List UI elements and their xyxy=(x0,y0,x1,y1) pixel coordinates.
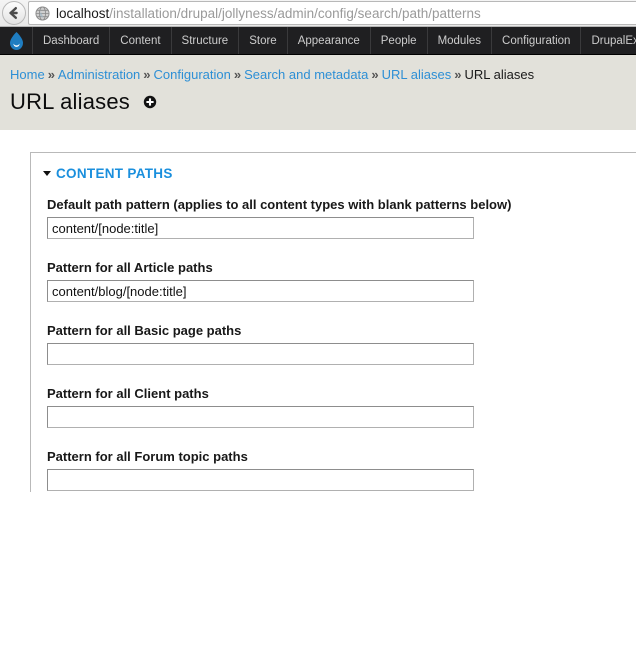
breadcrumb-separator: » xyxy=(371,67,379,82)
breadcrumb-separator: » xyxy=(47,67,55,82)
browser-chrome: localhost/installation/drupal/jollyness/… xyxy=(0,0,636,27)
breadcrumb-item-search-and-metadata[interactable]: Search and metadata xyxy=(244,67,368,82)
form-item-default-path-pattern: Default path pattern (applies to all con… xyxy=(31,197,636,239)
address-bar-text: localhost/installation/drupal/jollyness/… xyxy=(56,6,481,21)
arrow-left-icon xyxy=(9,6,18,19)
page-title: URL aliases xyxy=(10,89,130,114)
client-pattern-input[interactable] xyxy=(47,406,474,428)
breadcrumb-item-configuration[interactable]: Configuration xyxy=(154,67,231,82)
article-pattern-input[interactable] xyxy=(47,280,474,302)
add-circle-glyph xyxy=(143,95,157,109)
form-item-basic-page-pattern: Pattern for all Basic page paths xyxy=(31,323,636,365)
admin-toolbar-menu: Dashboard Content Structure Store Appear… xyxy=(32,27,636,54)
toolbar-item-modules[interactable]: Modules xyxy=(426,27,491,54)
breadcrumb-separator: » xyxy=(454,67,462,82)
default-path-pattern-label: Default path pattern (applies to all con… xyxy=(47,197,512,212)
globe-icon xyxy=(35,5,50,21)
toolbar-item-structure[interactable]: Structure xyxy=(170,27,239,54)
breadcrumb-item-administration[interactable]: Administration xyxy=(58,67,140,82)
form-item-forum-topic-pattern: Pattern for all Forum topic paths xyxy=(31,449,636,491)
page-title-row: URL aliases xyxy=(0,82,636,115)
breadcrumb-item-home[interactable]: Home xyxy=(10,67,45,82)
client-pattern-label: Pattern for all Client paths xyxy=(47,386,209,401)
breadcrumb: Home» Administration» Configuration» Search… xyxy=(0,55,636,82)
toolbar-item-store[interactable]: Store xyxy=(238,27,287,54)
address-bar[interactable]: localhost/installation/drupal/jollyness/… xyxy=(28,1,636,25)
toolbar-item-drupalexp[interactable]: DrupalExp xyxy=(580,27,636,54)
default-path-pattern-input[interactable] xyxy=(47,217,474,239)
page-content: CONTENT PATHS Default path pattern (appl… xyxy=(0,152,636,659)
content-paths-fieldset: CONTENT PATHS Default path pattern (appl… xyxy=(30,152,636,492)
breadcrumb-current: URL aliases xyxy=(464,67,535,82)
breadcrumb-item-url-aliases[interactable]: URL aliases xyxy=(382,67,452,82)
forum-topic-pattern-input[interactable] xyxy=(47,469,474,491)
toolbar-item-people[interactable]: People xyxy=(369,27,427,54)
forum-topic-pattern-label: Pattern for all Forum topic paths xyxy=(47,449,248,464)
admin-toolbar: Dashboard Content Structure Store Appear… xyxy=(0,27,636,55)
toolbar-item-content[interactable]: Content xyxy=(109,27,170,54)
toolbar-item-configuration[interactable]: Configuration xyxy=(491,27,580,54)
breadcrumb-separator: » xyxy=(233,67,242,82)
article-pattern-label: Pattern for all Article paths xyxy=(47,260,213,275)
url-path: /installation/drupal/jollyness/admin/con… xyxy=(109,5,481,21)
page-header-band: Home» Administration» Configuration» Search… xyxy=(0,55,636,130)
basic-page-pattern-input[interactable] xyxy=(47,343,474,365)
toolbar-item-appearance[interactable]: Appearance xyxy=(286,27,370,54)
url-host: localhost xyxy=(56,5,110,21)
form-item-article-pattern: Pattern for all Article paths xyxy=(31,260,636,302)
content-paths-legend-label: CONTENT PATHS xyxy=(56,166,173,181)
basic-page-pattern-label: Pattern for all Basic page paths xyxy=(47,323,242,338)
browser-back-button[interactable] xyxy=(2,1,26,25)
drupal-drop-logo-glyph xyxy=(9,31,23,50)
drupal-drop-logo-icon[interactable] xyxy=(0,27,32,54)
content-paths-legend[interactable]: CONTENT PATHS xyxy=(31,163,636,181)
form-item-client-pattern: Pattern for all Client paths xyxy=(31,386,636,428)
breadcrumb-separator: » xyxy=(143,67,151,82)
triangle-down-icon[interactable] xyxy=(43,171,51,176)
add-circle-icon[interactable] xyxy=(143,95,157,109)
toolbar-item-dashboard[interactable]: Dashboard xyxy=(32,27,109,54)
